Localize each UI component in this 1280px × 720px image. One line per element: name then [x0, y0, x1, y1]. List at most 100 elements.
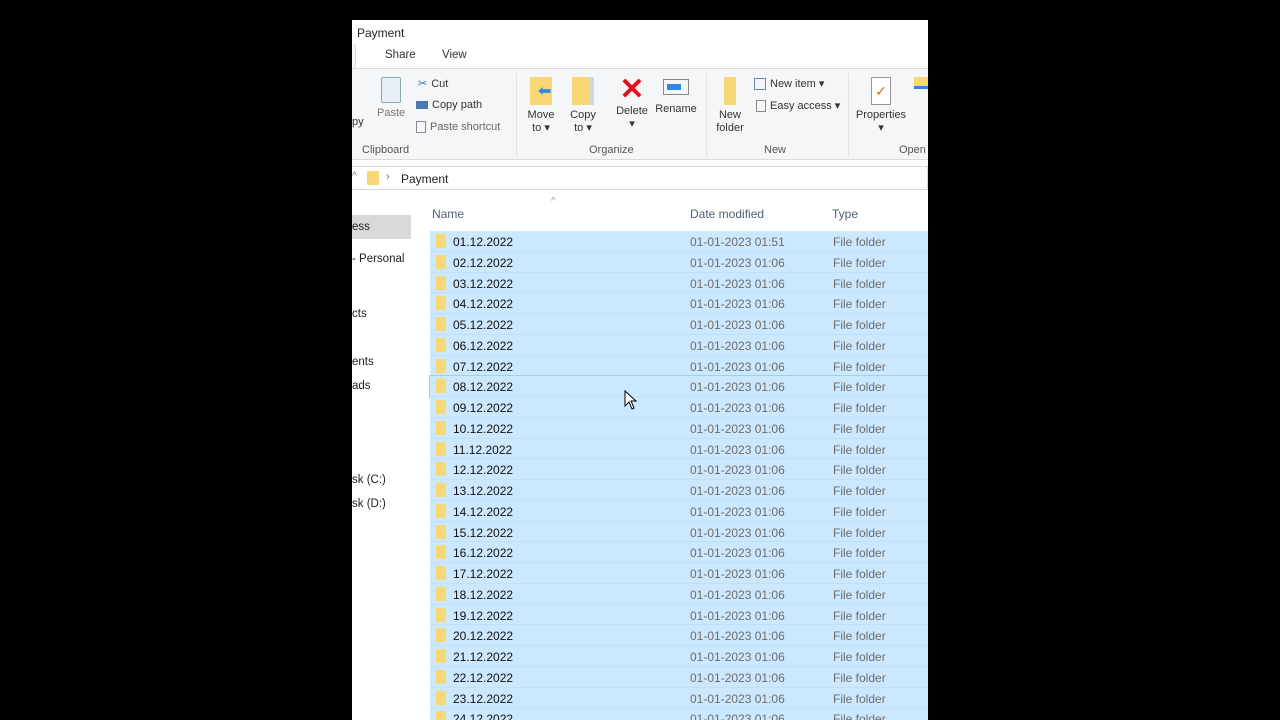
tab-file[interactable]: e [352, 44, 356, 68]
file-name: 13.12.2022 [453, 484, 514, 498]
file-row[interactable]: 15.12.2022 01-01-2023 01:06 File folder [430, 521, 928, 543]
file-row[interactable]: 17.12.2022 01-01-2023 01:06 File folder [430, 563, 928, 584]
properties-label: Properties [855, 109, 907, 121]
file-type: File folder [833, 670, 886, 685]
file-row[interactable]: 02.12.2022 01-01-2023 01:06 File folder [430, 251, 928, 273]
file-date: 01-01-2023 01:06 [690, 629, 785, 644]
open-icon [914, 77, 928, 89]
file-type: File folder [833, 276, 886, 291]
file-row[interactable]: 22.12.2022 01-01-2023 01:06 File folder [430, 666, 928, 688]
column-date-modified[interactable]: Date modified [690, 207, 764, 221]
file-type: File folder [833, 235, 886, 249]
folder-icon [436, 462, 446, 477]
file-row[interactable]: 10.12.2022 01-01-2023 01:06 File folder [430, 417, 928, 439]
open-group-label: Open [899, 144, 926, 156]
cut-button[interactable]: ✂ Cut [418, 77, 448, 91]
folder-icon [436, 358, 446, 373]
folder-icon [436, 586, 446, 601]
file-row[interactable]: 21.12.2022 01-01-2023 01:06 File folder [430, 646, 928, 667]
paste-label: Paste [377, 107, 406, 119]
file-row[interactable]: 20.12.2022 01-01-2023 01:06 File folder [430, 625, 928, 646]
move-to-label-2: to ▾ [532, 122, 550, 134]
folder-icon [436, 420, 446, 435]
file-row[interactable]: 07.12.2022 01-01-2023 01:06 File folder [430, 355, 928, 377]
file-name: 07.12.2022 [453, 359, 514, 374]
delete-button[interactable]: ✕ Delete ▾ [614, 75, 650, 131]
file-date: 01-01-2023 01:06 [690, 484, 785, 498]
file-row[interactable]: 04.12.2022 01-01-2023 01:06 File folder [430, 293, 928, 314]
folder-icon [436, 317, 446, 331]
file-type: File folder [833, 546, 886, 561]
copy-path-button[interactable]: Copy path [416, 99, 482, 111]
nav-d-drive[interactable]: sk (D:) [352, 498, 386, 510]
column-name[interactable]: Name [432, 207, 464, 221]
chevron-right-icon[interactable]: › [386, 171, 390, 183]
folder-icon [436, 400, 446, 414]
organize-group-label: Organize [589, 144, 634, 156]
file-date: 01-01-2023 01:06 [690, 421, 785, 436]
file-row[interactable]: 03.12.2022 01-01-2023 01:06 File folder [430, 272, 928, 294]
easy-access-button[interactable]: Easy access ▾ [756, 99, 840, 112]
file-row[interactable]: 23.12.2022 01-01-2023 01:06 File folder [430, 687, 928, 709]
file-row[interactable]: 16.12.2022 01-01-2023 01:06 File folder [430, 542, 928, 563]
nav-documents[interactable]: ents [352, 356, 374, 368]
file-row[interactable]: 19.12.2022 01-01-2023 01:06 File folder [430, 604, 928, 626]
file-row[interactable]: 13.12.2022 01-01-2023 01:06 File folder [430, 480, 928, 501]
folder-icon [436, 337, 446, 352]
file-row[interactable]: 09.12.2022 01-01-2023 01:06 File folder [430, 397, 928, 418]
file-row[interactable]: 24.12.2022 01-01-2023 01:06 File folder [430, 708, 928, 720]
nav-c-drive[interactable]: sk (C:) [352, 474, 386, 486]
tab-share[interactable]: Share [385, 49, 416, 61]
new-folder-button[interactable]: New folder [714, 77, 746, 135]
folder-icon [367, 171, 379, 185]
paste-shortcut-label: Paste shortcut [430, 121, 501, 133]
folder-icon [436, 503, 446, 518]
properties-button[interactable]: ✓ Properties ▾ [854, 77, 908, 135]
new-item-label: New item ▾ [770, 78, 825, 90]
tab-view[interactable]: View [442, 49, 467, 61]
copy-to-button[interactable]: Copy to ▾ [568, 77, 598, 135]
file-row[interactable]: 14.12.2022 01-01-2023 01:06 File folder [430, 500, 928, 522]
file-date: 01-01-2023 01:06 [690, 463, 785, 478]
file-row[interactable]: 08.12.2022 01-01-2023 01:06 File folder [429, 375, 928, 398]
file-explorer-window: Payment e Share View py Paste ✂Cut Copy … [352, 20, 928, 720]
column-type[interactable]: Type [832, 207, 858, 221]
new-item-button[interactable]: New item ▾ [754, 77, 824, 90]
file-row[interactable]: 12.12.2022 01-01-2023 01:06 File folder [430, 459, 928, 480]
file-name: 18.12.2022 [453, 587, 514, 602]
file-date: 01-01-2023 01:06 [690, 546, 785, 561]
file-row[interactable]: 18.12.2022 01-01-2023 01:06 File folder [430, 583, 928, 605]
file-name: 22.12.2022 [453, 670, 514, 685]
paste-shortcut-button[interactable]: Paste shortcut [416, 121, 500, 133]
file-row[interactable]: 11.12.2022 01-01-2023 01:06 File folder [430, 438, 928, 460]
file-date: 01-01-2023 01:06 [690, 442, 785, 457]
up-arrow-icon[interactable]: ^ [352, 171, 357, 182]
easy-access-icon [756, 99, 766, 112]
file-row[interactable]: 01.12.2022 01-01-2023 01:51 File folder [430, 231, 928, 252]
nav-quick-access[interactable]: ess [352, 215, 411, 239]
nav-3d-objects[interactable]: cts [352, 308, 367, 320]
move-to-button[interactable]: ⬅ Move to ▾ [526, 77, 556, 135]
file-name: 15.12.2022 [453, 525, 514, 540]
ribbon-tabs: e Share View [352, 44, 928, 68]
move-to-icon: ⬅ [530, 77, 552, 105]
new-item-icon [754, 77, 766, 90]
rename-icon [663, 79, 689, 95]
rename-button[interactable]: Rename [654, 77, 698, 116]
file-date: 01-01-2023 01:06 [690, 338, 785, 353]
paste-button[interactable]: Paste [377, 77, 405, 120]
breadcrumb-payment[interactable]: Payment [401, 172, 448, 186]
address-bar[interactable]: ^ › Payment [352, 166, 928, 190]
file-list: 01.12.2022 01-01-2023 01:51 File folder 02.… [429, 231, 928, 720]
folder-icon [436, 441, 446, 456]
copy-button[interactable]: py [352, 116, 364, 129]
nav-downloads[interactable]: ads [352, 380, 371, 392]
file-row[interactable]: 06.12.2022 01-01-2023 01:06 File folder [430, 334, 928, 356]
nav-onedrive[interactable]: - Personal [352, 253, 404, 265]
file-name: 02.12.2022 [453, 255, 514, 270]
copy-path-label: Copy path [432, 99, 483, 111]
file-row[interactable]: 05.12.2022 01-01-2023 01:06 File folder [430, 314, 928, 335]
column-headers: Name ^ Date modified Type [412, 196, 928, 224]
file-name: 08.12.2022 [453, 380, 514, 395]
file-name: 14.12.2022 [453, 504, 514, 519]
